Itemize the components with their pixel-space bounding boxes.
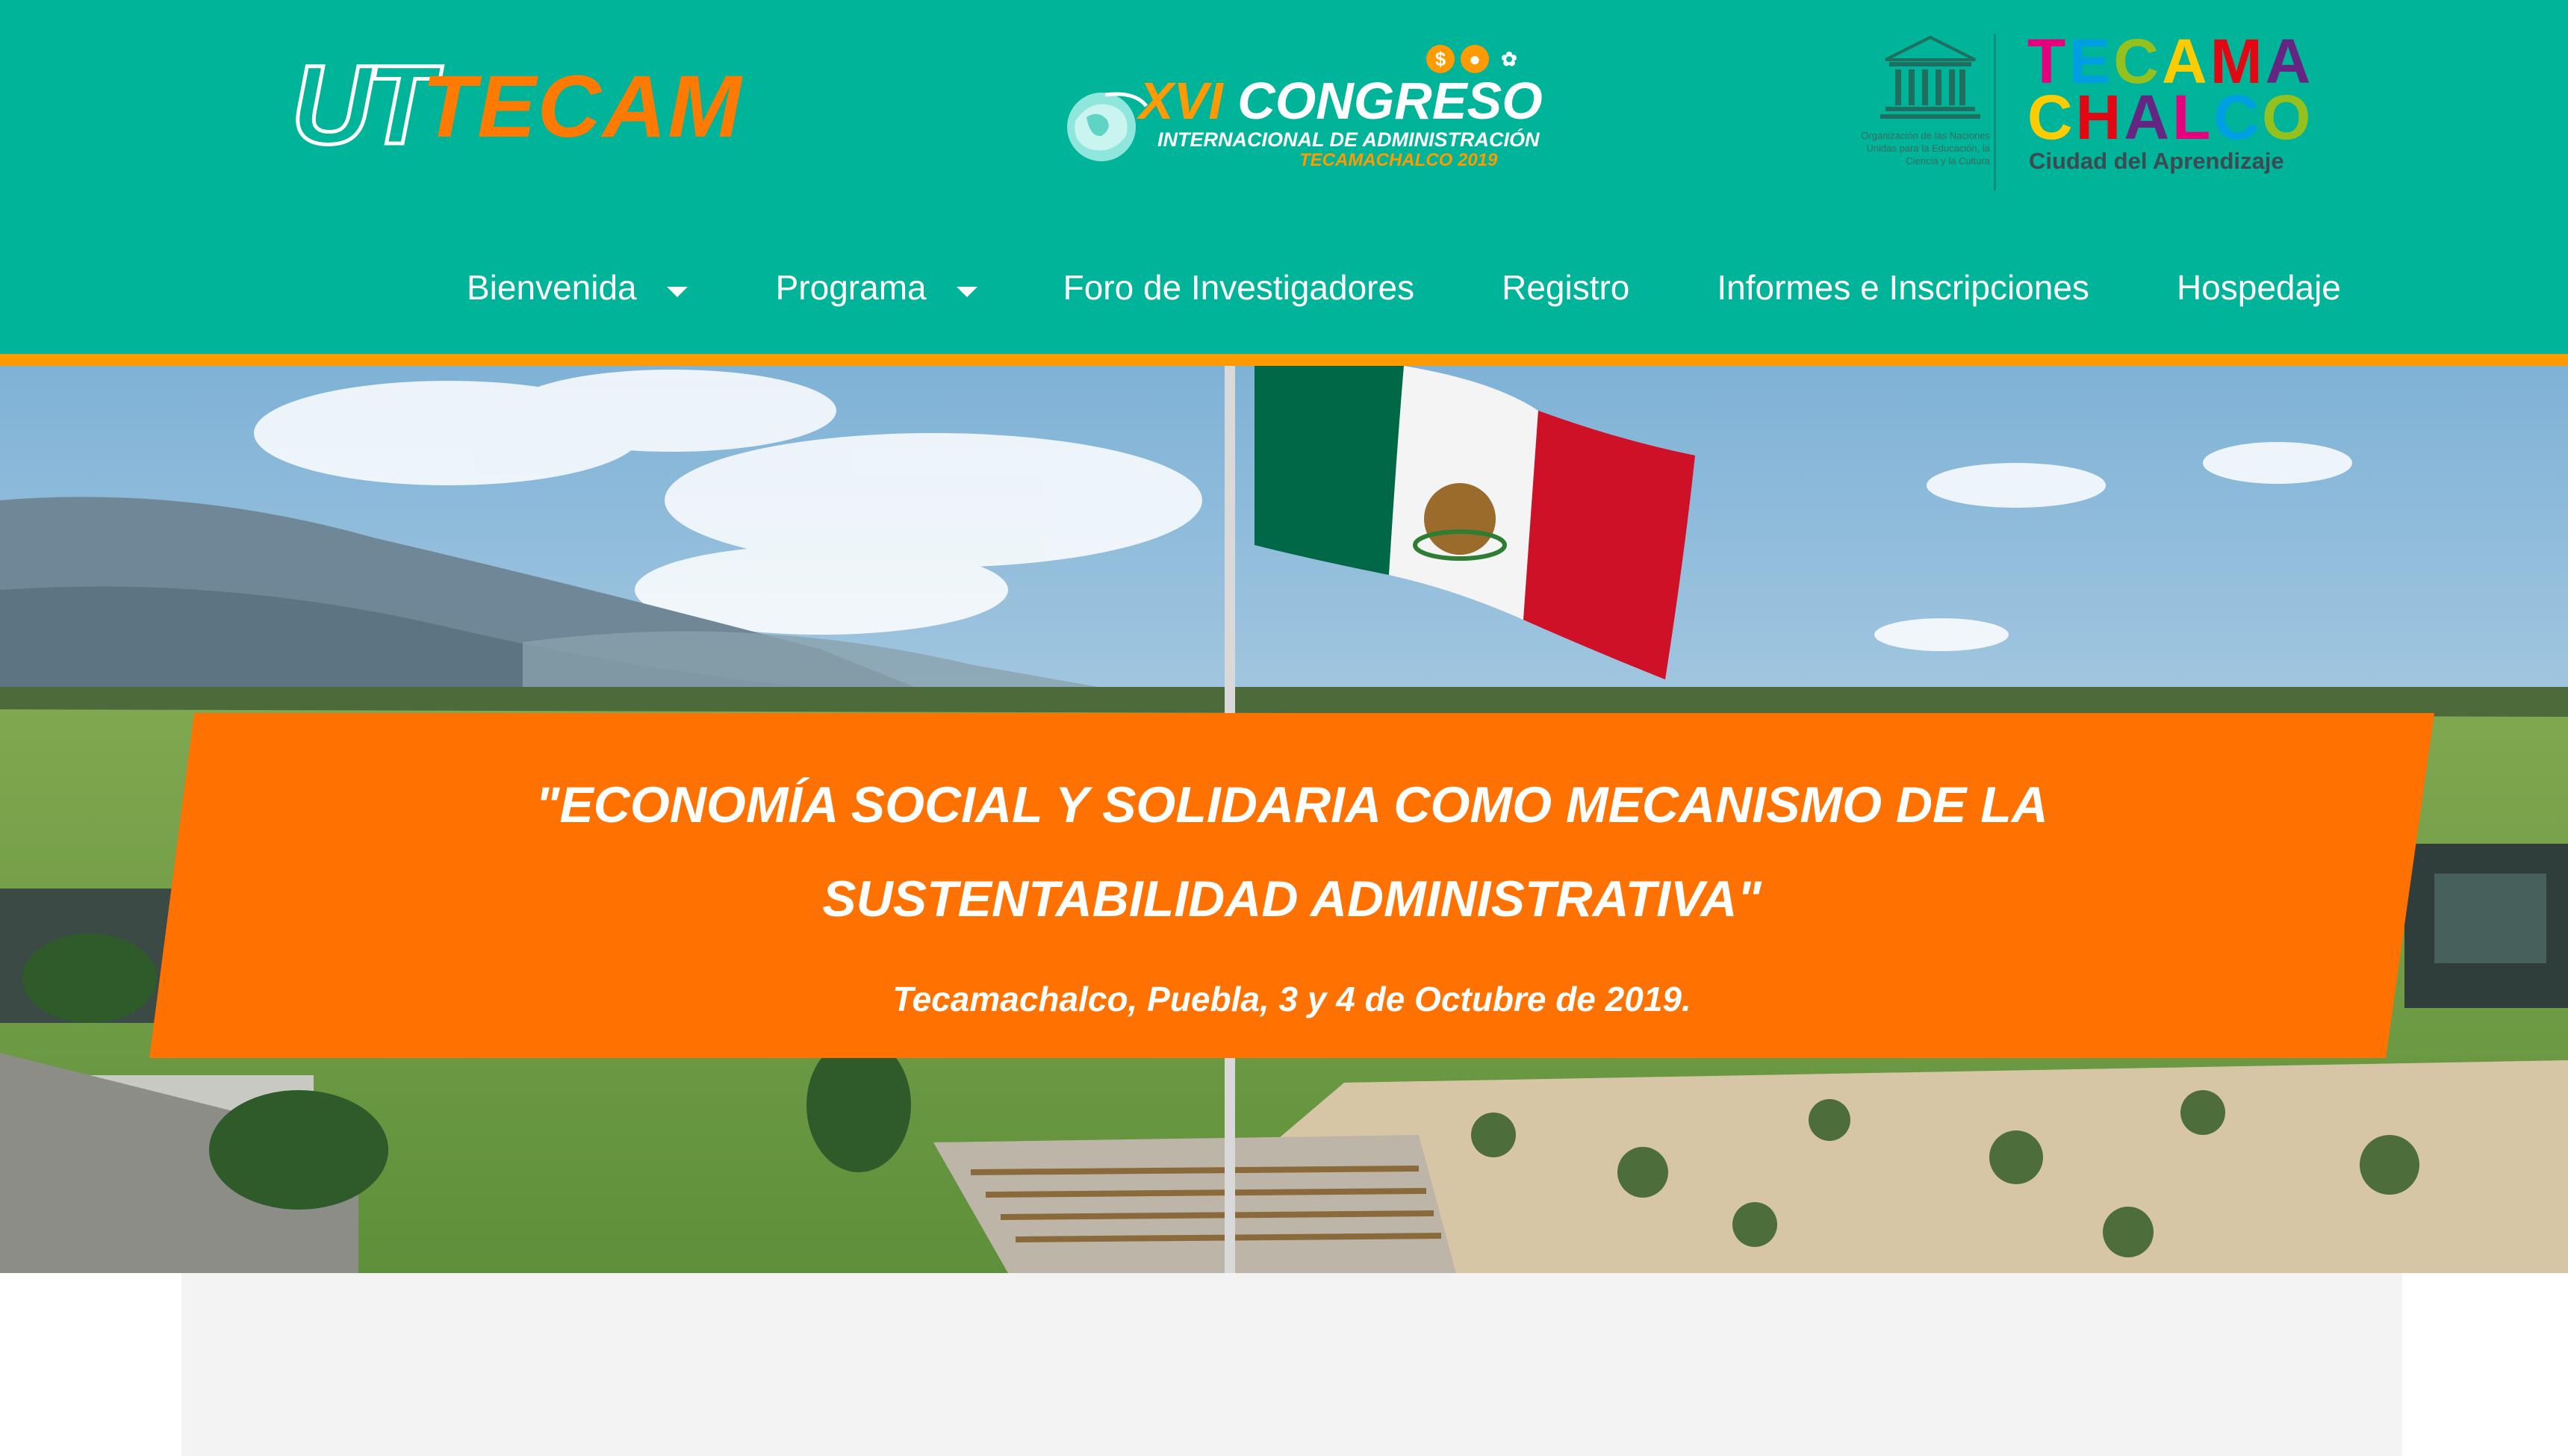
hero-banner: "ECONOMÍA SOCIAL Y SOLIDARIA COMO MECANI… (0, 366, 2568, 1273)
unesco-logo[interactable]: Organización de las Naciones Unidas para… (1841, 34, 1990, 190)
wordmark-letter: C (2027, 82, 2076, 152)
wordmark-letter: O (2262, 82, 2314, 152)
nav-item-foro-investigadores[interactable]: Foro de Investigadores (1063, 246, 1415, 329)
nav-label: Registro (1502, 268, 1630, 307)
nav-item-registro[interactable]: Registro (1502, 246, 1629, 329)
congreso-logo[interactable]: $ ● ✿ XVI CONGRESO INTERNACIONAL DE ADMI… (1060, 45, 1543, 179)
coin-icon: $ (1426, 45, 1455, 73)
hero-title-banner: "ECONOMÍA SOCIAL Y SOLIDARIA COMO MECANI… (149, 713, 2434, 1058)
hero-title-line-1: "ECONOMÍA SOCIAL Y SOLIDARIA COMO MECANI… (535, 777, 2048, 833)
congreso-title: XVI CONGRESO (1139, 71, 1543, 131)
site-header: UT TECAM $ ● ✿ XVI CONGRESO INTERNACIONA… (0, 0, 2568, 354)
wordmark-letter: H (2075, 82, 2124, 152)
nav-label: Programa (775, 268, 927, 307)
wordmark-letter: L (2172, 82, 2214, 152)
nav-item-informes-inscripciones[interactable]: Informes e Inscripciones (1717, 246, 2089, 329)
congreso-subtitle: INTERNACIONAL DE ADMINISTRACIÓN (1157, 128, 1540, 151)
main-nav: Bienvenida Programa Foro de Investigador… (448, 246, 2341, 329)
nav-item-bienvenida[interactable]: Bienvenida (467, 246, 688, 329)
wordmark-letter: C (2213, 82, 2262, 152)
tecamachalco-logo[interactable]: TECAMA CHALCO Ciudad del Aprendizaje (2027, 30, 2326, 187)
plant-icon: ✿ (1501, 48, 1517, 70)
caret-down-icon (666, 287, 688, 297)
header-accent-rule (0, 354, 2568, 366)
wordmark-letter: A (2124, 82, 2173, 152)
nav-item-programa[interactable]: Programa (776, 246, 977, 329)
logo-divider (1994, 34, 1996, 190)
uttecam-logo[interactable]: UT TECAM (290, 42, 742, 167)
logo-ut-text: UT (290, 42, 437, 167)
tecamachalco-word-2: CHALCO (2027, 86, 2313, 149)
globe-icon (1067, 92, 1148, 161)
congreso-numeral: XVI (1139, 72, 1223, 130)
hero-title: "ECONOMÍA SOCIAL Y SOLIDARIA COMO MECANI… (149, 758, 2434, 946)
people-icon: ● (1461, 45, 1489, 73)
nav-label: Bienvenida (467, 268, 637, 307)
unesco-temple-icon (1880, 35, 1980, 119)
hero-title-line-2: SUSTENTABILIDAD ADMINISTRATIVA" (822, 871, 1762, 927)
nav-label: Hospedaje (2176, 268, 2341, 307)
content-panel (181, 1273, 2402, 1456)
unesco-caption: Organización de las Naciones Unidas para… (1861, 130, 1990, 167)
logo-tecam-text: TECAM (422, 57, 743, 156)
nav-label: Foro de Investigadores (1063, 268, 1415, 307)
hero-subtitle: Tecamachalco, Puebla, 3 y 4 de Octubre d… (892, 980, 1691, 1018)
congreso-place-year: TECAMACHALCO 2019 (1299, 150, 1498, 170)
tecamachalco-subtitle: Ciudad del Aprendizaje (2029, 148, 2284, 174)
nav-label: Informes e Inscripciones (1717, 268, 2089, 307)
nav-item-hospedaje[interactable]: Hospedaje (2177, 246, 2341, 329)
caret-down-icon (956, 287, 977, 297)
congreso-word: CONGRESO (1237, 72, 1543, 130)
